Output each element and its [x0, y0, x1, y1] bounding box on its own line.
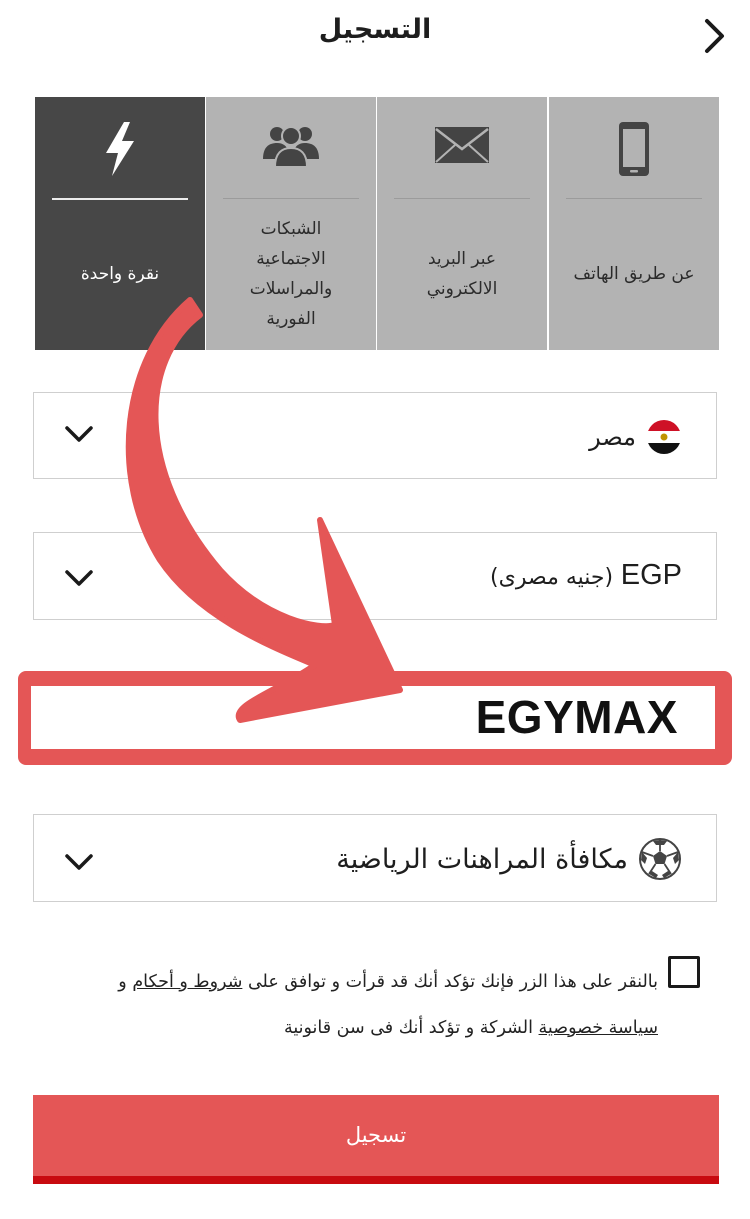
- privacy-link[interactable]: سياسة خصوصية: [539, 1018, 658, 1038]
- terms-text: بالنقر على هذا الزر فإنك تؤكد أنك قد قرأ…: [247, 972, 658, 992]
- users-group-icon: [263, 126, 319, 168]
- register-label: تسجيل: [345, 1123, 407, 1147]
- page-title: التسجيل: [318, 14, 432, 45]
- phone-icon: [619, 122, 649, 176]
- promo-code-value: EGYMAX: [475, 691, 678, 743]
- back-button[interactable]: [698, 18, 730, 54]
- chevron-right-icon: [705, 19, 724, 53]
- egypt-flag-icon: [647, 420, 681, 454]
- country-select[interactable]: مصر: [33, 392, 717, 479]
- chevron-down-icon: [65, 854, 93, 870]
- soccer-ball-icon: [639, 838, 681, 880]
- currency-code: EGP: [620, 559, 682, 591]
- tab-one-click[interactable]: نقرة واحدة: [35, 97, 205, 350]
- terms-line-2: سياسة خصوصية الشركة و تؤكد أنك فى سن قان…: [38, 1018, 658, 1038]
- tab-label: عن طريق الهاتف: [573, 264, 695, 284]
- terms-line-1: بالنقر على هذا الزر فإنك تؤكد أنك قد قرأ…: [38, 972, 658, 992]
- tab-phone[interactable]: عن طريق الهاتف: [549, 97, 719, 350]
- chevron-down-icon: [65, 426, 93, 442]
- currency-select[interactable]: EGP (جنيه مصرى): [33, 532, 717, 620]
- country-value: مصر: [589, 423, 636, 451]
- currency-name: (جنيه مصرى): [490, 565, 614, 590]
- promo-code-input[interactable]: EGYMAX: [31, 686, 715, 749]
- envelope-icon: [435, 127, 489, 163]
- bonus-value: مكافأة المراهنات الرياضية: [336, 843, 628, 875]
- tab-label: نقرة واحدة: [80, 264, 160, 284]
- tab-label: الشبكات الاجتماعية والمراسلات الفورية: [249, 219, 333, 329]
- tab-social-networks[interactable]: الشبكات الاجتماعية والمراسلات الفورية: [206, 97, 376, 350]
- tab-label: عبر البريد الالكتروني: [426, 249, 498, 299]
- register-button[interactable]: تسجيل: [33, 1095, 719, 1184]
- terms-text-2: الشركة و تؤكد أنك فى سن قانونية: [283, 1018, 533, 1038]
- chevron-down-icon: [65, 570, 93, 586]
- terms-link[interactable]: شروط و أحكام: [132, 972, 242, 992]
- tab-email[interactable]: عبر البريد الالكتروني: [377, 97, 547, 350]
- terms-checkbox[interactable]: [668, 956, 700, 988]
- terms-conjunction: و: [118, 972, 127, 992]
- lightning-icon: [106, 122, 134, 176]
- bonus-select[interactable]: مكافأة المراهنات الرياضية: [33, 814, 717, 902]
